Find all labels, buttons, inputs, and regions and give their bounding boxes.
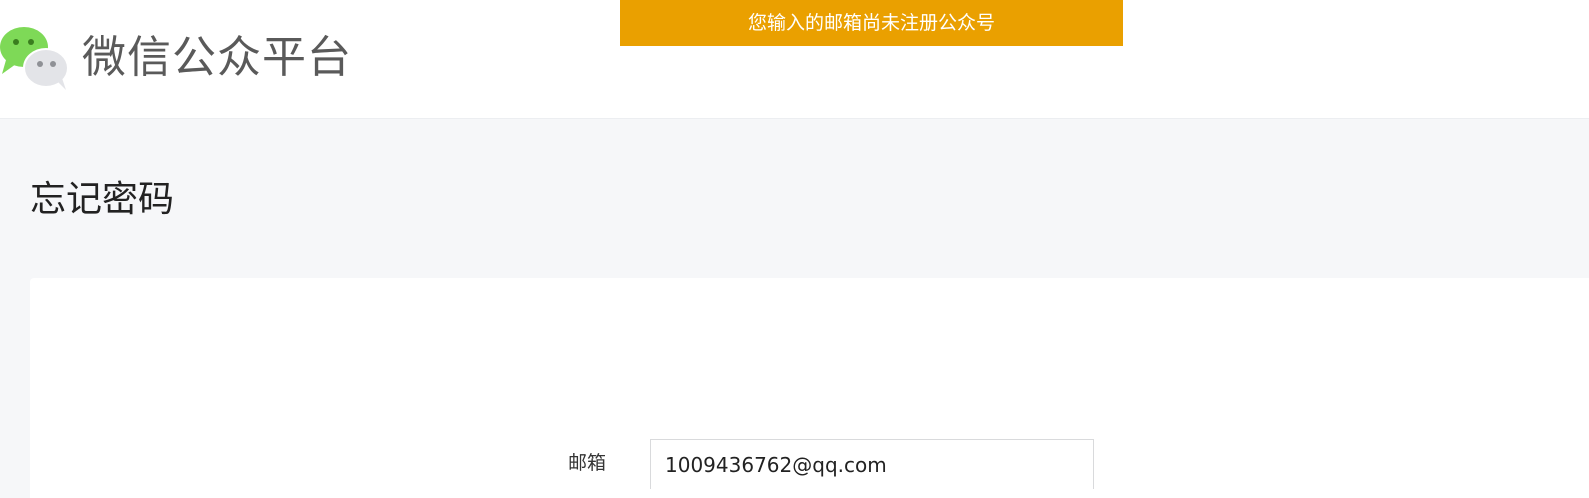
email-field[interactable]	[650, 439, 1094, 489]
brand-title[interactable]: 微信公众平台	[82, 28, 352, 88]
wechat-logo-icon	[0, 27, 69, 90]
error-toast: 您输入的邮箱尚未注册公众号	[620, 0, 1123, 46]
email-label: 邮箱	[568, 452, 607, 474]
page-title: 忘记密码	[30, 179, 175, 220]
